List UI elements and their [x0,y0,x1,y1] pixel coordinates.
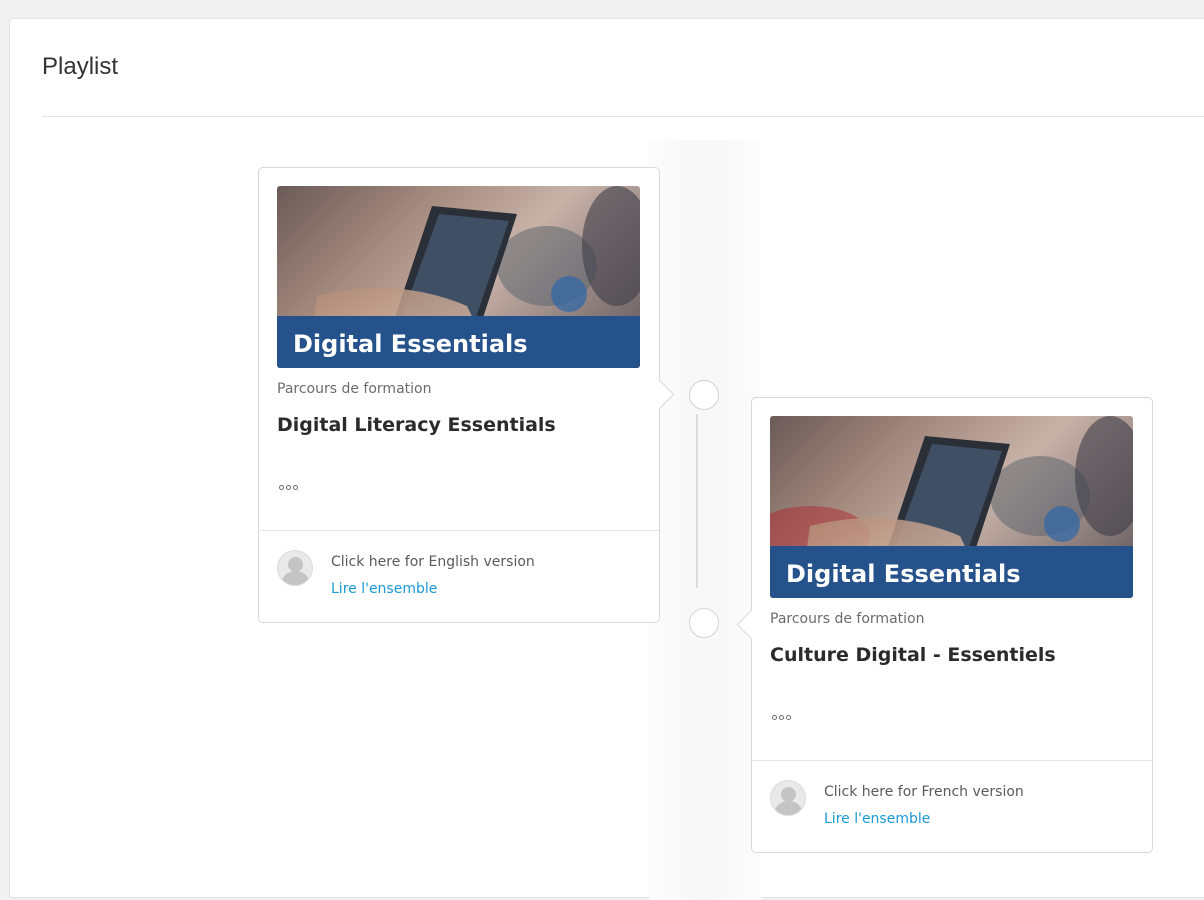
card-type: Parcours de formation [277,381,432,397]
card-divider [259,530,659,531]
page-title: Playlist [42,53,119,80]
card-title[interactable]: Digital Literacy Essentials [277,414,556,436]
avatar-head-icon [288,557,303,572]
thumbnail-title: Digital Essentials [786,560,1021,588]
card-type: Parcours de formation [770,611,925,627]
card-description: Click here for English version [331,554,535,570]
card-thumbnail[interactable]: Digital Essentials [277,186,640,368]
avatar [770,780,806,816]
dot-icon [779,714,784,720]
avatar-body-icon [282,571,309,585]
card-thumbnail[interactable]: Digital Essentials [770,416,1133,598]
timeline-node-2 [689,608,719,638]
avatar-head-icon [781,787,796,802]
dot-icon [786,714,791,720]
playlist-card-2[interactable]: Digital Essentials Parcours de formation… [736,397,1153,853]
playlist-card-1[interactable]: Digital Essentials Parcours de formation… [258,167,675,623]
timeline-track [649,140,761,900]
dot-icon [293,484,298,490]
timeline-node-1 [689,380,719,410]
more-options-button[interactable] [279,480,309,494]
more-options-button[interactable] [772,710,802,724]
read-all-link[interactable]: Lire l'ensemble [824,811,930,827]
thumbnail-title: Digital Essentials [293,330,528,358]
card-divider [752,760,1152,761]
card-title[interactable]: Culture Digital - Essentiels [770,644,1056,666]
read-all-link[interactable]: Lire l'ensemble [331,581,437,597]
dot-icon [772,714,777,720]
avatar-body-icon [775,801,802,815]
dot-icon [286,484,291,490]
title-divider [42,116,1204,117]
timeline-line [696,414,698,588]
card-description: Click here for French version [824,784,1024,800]
avatar [277,550,313,586]
dot-icon [279,484,284,490]
